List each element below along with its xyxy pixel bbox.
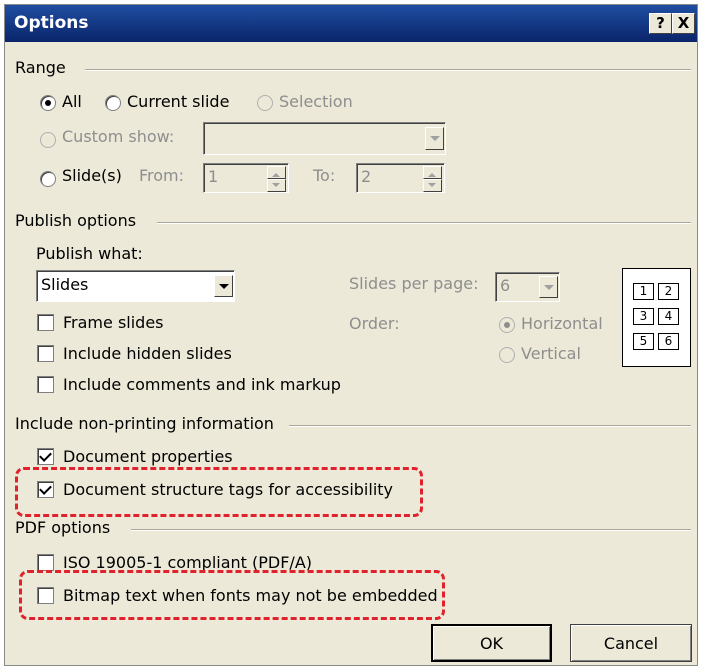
custom-show-dropdown[interactable] (203, 122, 446, 155)
custom-show-radio[interactable] (40, 132, 56, 148)
range-selection-label[interactable]: Selection (279, 92, 353, 111)
title-bar[interactable]: Options ? X (5, 5, 697, 42)
highlight-doc-structure (15, 467, 423, 517)
publish-what-dropdown[interactable]: Slides (36, 270, 235, 302)
ok-button[interactable]: OK (431, 624, 552, 662)
to-spinner[interactable]: 2 (356, 163, 445, 193)
doc-properties-label[interactable]: Document properties (63, 447, 233, 466)
include-hidden-checkbox[interactable] (37, 345, 54, 362)
order-label: Order: (349, 314, 400, 333)
dialog-title: Options (14, 13, 89, 33)
include-comments-label[interactable]: Include comments and ink markup (63, 375, 341, 394)
include-comments-checkbox[interactable] (37, 376, 54, 393)
order-horizontal-radio[interactable] (499, 317, 515, 333)
highlight-bitmap-text (19, 570, 445, 620)
doc-properties-checkbox[interactable] (37, 448, 54, 465)
order-vertical-radio[interactable] (499, 347, 515, 363)
order-horizontal-label[interactable]: Horizontal (521, 314, 603, 333)
spin-down-icon[interactable] (423, 179, 442, 192)
preview-cell: 5 (633, 333, 654, 350)
custom-show-label[interactable]: Custom show: (62, 127, 174, 146)
range-all-radio[interactable] (40, 95, 56, 111)
order-vertical-label[interactable]: Vertical (521, 344, 581, 363)
range-current-slide-radio[interactable] (105, 95, 121, 111)
from-value: 1 (208, 167, 219, 186)
from-spin-buttons[interactable] (267, 166, 286, 192)
close-button[interactable]: X (672, 13, 695, 34)
chevron-down-icon[interactable] (539, 276, 558, 298)
pdf-group-label: PDF options (15, 518, 111, 537)
preview-cell: 6 (658, 333, 679, 350)
range-divider (85, 69, 691, 71)
chevron-down-icon[interactable] (214, 275, 233, 297)
nonprinting-divider (289, 425, 691, 427)
nonprinting-group-label: Include non-printing information (15, 414, 274, 433)
to-spin-buttons[interactable] (423, 166, 442, 192)
range-all-label[interactable]: All (62, 92, 82, 111)
options-dialog: Options ? X Range All Current slide Sele… (4, 4, 698, 666)
slide-order-preview: 1 2 3 4 5 6 (622, 268, 691, 367)
pdf-divider (131, 529, 691, 531)
from-label: From: (139, 166, 185, 185)
slides-per-page-label: Slides per page: (349, 274, 479, 293)
to-label: To: (313, 166, 336, 185)
include-hidden-label[interactable]: Include hidden slides (63, 344, 232, 363)
slides-label[interactable]: Slide(s) (62, 166, 122, 185)
publish-what-label: Publish what: (36, 244, 143, 263)
spin-down-icon[interactable] (267, 179, 286, 192)
to-value: 2 (361, 167, 372, 186)
range-group-label: Range (15, 58, 66, 77)
spin-up-icon[interactable] (423, 166, 442, 179)
slides-per-page-dropdown[interactable]: 6 (495, 272, 560, 302)
range-selection-radio[interactable] (257, 95, 273, 111)
cancel-button[interactable]: Cancel (570, 624, 692, 662)
iso-checkbox[interactable] (37, 554, 54, 571)
preview-cell: 4 (658, 308, 679, 325)
preview-cell: 2 (658, 283, 679, 300)
slides-per-page-value: 6 (500, 276, 511, 295)
spin-up-icon[interactable] (267, 166, 286, 179)
publish-group-label: Publish options (15, 211, 137, 230)
range-current-slide-label[interactable]: Current slide (127, 92, 229, 111)
frame-slides-label[interactable]: Frame slides (63, 313, 164, 332)
help-button[interactable]: ? (649, 13, 672, 34)
from-spinner[interactable]: 1 (203, 163, 289, 193)
preview-cell: 1 (633, 283, 654, 300)
frame-slides-checkbox[interactable] (37, 314, 54, 331)
preview-cell: 3 (633, 308, 654, 325)
slides-radio[interactable] (40, 171, 56, 187)
publish-divider (157, 222, 691, 224)
publish-what-value: Slides (41, 275, 89, 294)
chevron-down-icon[interactable] (425, 127, 444, 150)
